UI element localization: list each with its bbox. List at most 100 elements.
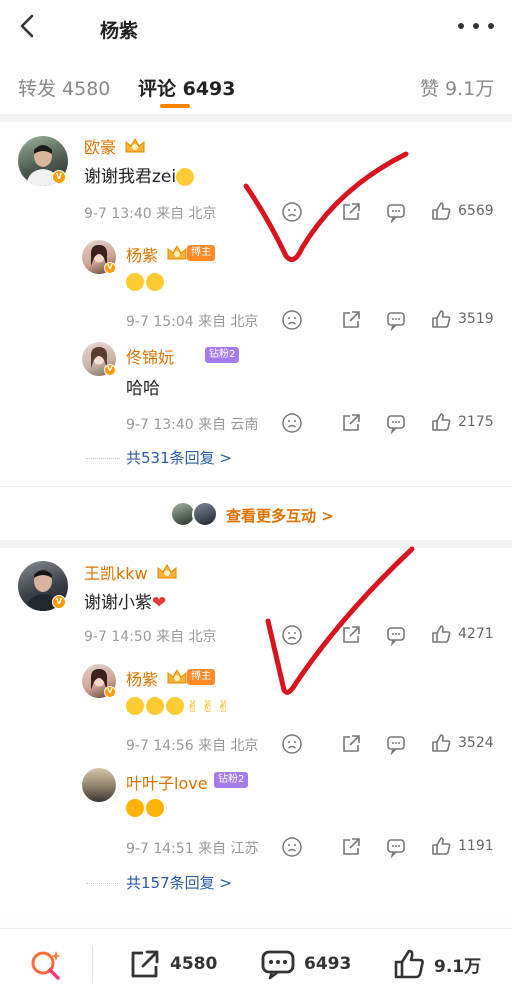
back-button[interactable] xyxy=(14,12,42,40)
grin-emoji-icon xyxy=(126,697,144,715)
repost-button[interactable]: 4580 xyxy=(128,947,217,981)
comment-button[interactable]: 6493 xyxy=(260,947,351,981)
reply-button[interactable] xyxy=(385,412,407,435)
share-button[interactable] xyxy=(340,733,362,755)
top-nav-bar: 杨紫 xyxy=(0,0,512,56)
reply-author-name[interactable]: 杨紫 xyxy=(126,666,158,690)
like-button[interactable] xyxy=(430,200,452,222)
like-count: 4271 xyxy=(458,626,494,642)
share-button[interactable] xyxy=(340,836,362,858)
reply-text: 哈哈 xyxy=(126,379,160,399)
dislike-button[interactable] xyxy=(281,836,303,858)
share-button[interactable] xyxy=(340,412,362,434)
tab-reposts[interactable]: 转发 4580 xyxy=(18,74,110,101)
fan-level-tag: 钻粉2 xyxy=(214,772,249,788)
reply-button[interactable] xyxy=(385,309,407,332)
comment-bubble-icon xyxy=(387,312,405,332)
dislike-button[interactable] xyxy=(281,412,303,434)
red-checkmark-icon xyxy=(243,151,409,263)
comment-author-name[interactable]: 王凯kkw xyxy=(84,560,148,584)
view-replies-link[interactable]: 共157条回复 > xyxy=(126,872,232,893)
verified-badge-icon: V xyxy=(104,262,116,274)
comment-text-content: 谢谢小紫 xyxy=(84,593,152,613)
active-tab-indicator xyxy=(160,104,190,108)
thumbs-up-icon xyxy=(432,837,451,855)
shocked-emoji-icon xyxy=(146,799,164,817)
red-checkmark-icon xyxy=(265,546,415,695)
reply-author-name[interactable]: 叶叶子love xyxy=(126,770,208,794)
victory-hand-emoji-icon: ✌ xyxy=(216,696,231,716)
like-count: 1191 xyxy=(458,838,494,854)
like-count: 9.1万 xyxy=(434,956,482,977)
dot-icon xyxy=(458,23,464,29)
reply-author-name[interactable]: 杨紫 xyxy=(126,242,158,266)
page-title: 杨紫 xyxy=(100,20,139,42)
grin-emoji-icon xyxy=(166,697,184,715)
search-button[interactable] xyxy=(28,947,64,983)
reply-button[interactable] xyxy=(385,836,407,859)
avatar[interactable] xyxy=(82,768,116,802)
like-count: 3524 xyxy=(458,735,494,751)
comment-text-content: 谢谢我君zei xyxy=(84,167,177,187)
share-button[interactable] xyxy=(340,309,362,331)
like-button[interactable] xyxy=(430,732,452,754)
crown-badge-icon xyxy=(167,668,187,684)
reply-meta: 9-7 14:51 来自 江苏 xyxy=(126,841,259,857)
section-divider xyxy=(0,114,512,122)
comment-bubble-icon xyxy=(387,415,405,435)
grin-emoji-icon xyxy=(146,697,164,715)
view-replies-link[interactable]: 共531条回复 > xyxy=(126,447,232,468)
comment-text: 谢谢我君zei xyxy=(84,162,196,187)
dislike-button[interactable] xyxy=(281,733,303,755)
fan-level-tag: 钻粉2 xyxy=(205,347,240,363)
like-count: 6569 xyxy=(458,203,494,219)
thumbs-up-icon xyxy=(432,202,451,220)
share-icon xyxy=(343,838,360,855)
victory-hand-emoji-icon: ✌ xyxy=(201,696,215,716)
like-button[interactable] xyxy=(430,623,452,645)
sad-face-icon xyxy=(282,837,302,857)
tab-comments[interactable]: 评论 6493 xyxy=(138,74,236,101)
verified-badge-icon: V xyxy=(52,595,66,609)
like-button[interactable] xyxy=(430,835,452,857)
verified-badge-icon: V xyxy=(104,364,116,376)
more-options-button[interactable] xyxy=(458,16,494,36)
sad-face-icon xyxy=(282,734,302,754)
dislike-button[interactable] xyxy=(281,309,303,331)
thumbs-up-icon xyxy=(432,734,451,752)
tab-likes[interactable]: 赞 9.1万 xyxy=(420,74,494,101)
thumbs-up-icon xyxy=(432,625,451,643)
verified-badge-icon: V xyxy=(104,686,116,698)
share-icon xyxy=(343,414,360,431)
bottom-action-bar: 4580 6493 9.1万 xyxy=(0,928,512,1000)
reply-button[interactable] xyxy=(385,733,407,756)
view-more-interactions-link[interactable]: 查看更多互动 > xyxy=(226,505,334,526)
like-button[interactable] xyxy=(430,308,452,330)
sad-face-icon xyxy=(282,310,302,330)
comment-count: 6493 xyxy=(304,954,352,974)
reply-author-name[interactable]: 佟锦妧 xyxy=(126,344,174,368)
like-count: 3519 xyxy=(458,311,494,327)
author-tag: 博主 xyxy=(187,245,215,261)
repost-count: 4580 xyxy=(170,954,218,974)
dot-icon xyxy=(473,23,479,29)
grin-emoji-icon xyxy=(176,168,195,186)
crown-badge-icon xyxy=(125,137,145,153)
reply-meta: 9-7 14:56 来自 北京 xyxy=(126,738,259,754)
dotted-divider xyxy=(86,883,120,884)
crown-badge-icon xyxy=(167,244,187,260)
like-button[interactable]: 9.1万 xyxy=(392,947,481,981)
section-divider xyxy=(0,540,512,548)
like-button[interactable] xyxy=(430,411,452,433)
crown-badge-icon xyxy=(157,563,177,579)
reply-meta: 9-7 13:40 来自 云南 xyxy=(126,417,259,433)
divider xyxy=(92,947,93,983)
reply-text xyxy=(126,798,166,818)
thumbs-up-icon xyxy=(394,949,424,979)
reply-meta: 9-7 15:04 来自 北京 xyxy=(126,314,259,330)
comment-author-name[interactable]: 欧豪 xyxy=(84,134,116,158)
next-comment-peek xyxy=(0,912,512,928)
grin-emoji-icon xyxy=(126,273,144,291)
comment-bubble-icon xyxy=(261,950,295,980)
author-tag: 博主 xyxy=(187,669,215,685)
